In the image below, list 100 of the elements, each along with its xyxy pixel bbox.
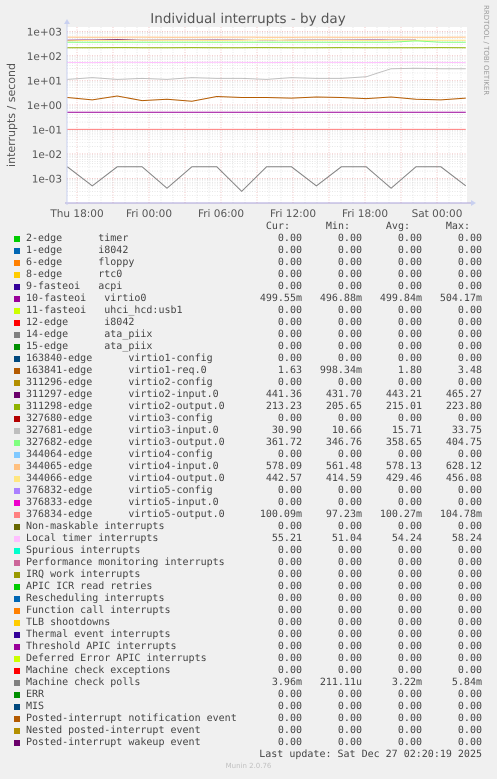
value-cell-text: 998.34m bbox=[318, 365, 362, 377]
value-cell-text: 0.00 bbox=[276, 233, 302, 245]
value-cell-text: 0.00 bbox=[396, 413, 422, 425]
value-cell-text: 0.00 bbox=[276, 605, 302, 617]
legend-label: Function call interrupts bbox=[26, 605, 172, 617]
value-cell-text: 0.00 bbox=[336, 713, 362, 725]
value-cell-text: 0.00 bbox=[276, 653, 302, 665]
value-cell-text: 0.00 bbox=[456, 353, 482, 365]
value-cell-text: 0.00 bbox=[336, 485, 362, 497]
value-cell-text: 0.00 bbox=[456, 605, 482, 617]
x-tick-label: Thu 18:00 bbox=[50, 208, 104, 220]
legend-label: 344064-edge virtio4-config bbox=[26, 449, 214, 461]
value-cell-text: 0.00 bbox=[396, 641, 422, 653]
column-header: Min: bbox=[324, 221, 351, 233]
value-cell-text: 465.27 bbox=[444, 389, 482, 401]
value-cell-text: 404.75 bbox=[444, 437, 482, 449]
value-cell-text: 0.00 bbox=[276, 485, 302, 497]
legend-label: Threshold APIC interrupts bbox=[26, 641, 178, 653]
value-cell-text: 578.09 bbox=[264, 461, 302, 473]
value-cell-text: 58.24 bbox=[450, 533, 482, 545]
chart-title: Individual interrupts - by day bbox=[150, 11, 346, 27]
value-cell-text: 0.00 bbox=[456, 329, 482, 341]
value-cell-text: 0.00 bbox=[276, 545, 302, 557]
value-cell-text: 0.00 bbox=[276, 641, 302, 653]
legend-label: 163840-edge virtio1-config bbox=[26, 353, 214, 365]
legend-label: APIC ICR read retries bbox=[26, 581, 154, 593]
y-tick-label: 1e+01 bbox=[26, 75, 62, 88]
value-cell-text: 0.00 bbox=[336, 569, 362, 581]
value-cell-text: 30.90 bbox=[270, 425, 302, 437]
value-cell-text: 0.00 bbox=[336, 653, 362, 665]
y-tick-label: 1e-03 bbox=[32, 173, 62, 186]
value-cell-text: 3.48 bbox=[456, 365, 482, 377]
value-cell-text: 0.00 bbox=[276, 569, 302, 581]
value-cell-text: 0.00 bbox=[276, 305, 302, 317]
value-cell-text: 0.00 bbox=[456, 725, 482, 737]
value-cell-text: 0.00 bbox=[276, 725, 302, 737]
value-cell-text: 0.00 bbox=[276, 689, 302, 701]
value-cell-text: 0.00 bbox=[396, 341, 422, 353]
value-cell-text: 0.00 bbox=[276, 593, 302, 605]
value-cell-text: 0.00 bbox=[336, 737, 362, 749]
value-cell-text: 0.00 bbox=[396, 305, 422, 317]
value-cell-text: 0.00 bbox=[396, 377, 422, 389]
y-tick-label: 1e-01 bbox=[32, 124, 62, 136]
value-cell-text: 0.00 bbox=[336, 497, 362, 509]
legend-label: 12-edge i8042 bbox=[26, 317, 136, 329]
legend-label: Local timer interrupts bbox=[26, 533, 160, 545]
value-cell-text: 0.00 bbox=[276, 497, 302, 509]
legend-label: 14-edge ata_piix bbox=[26, 329, 154, 341]
value-cell-text: 55.21 bbox=[270, 533, 302, 545]
value-cell-text: 1.80 bbox=[396, 365, 422, 377]
legend-label: 376834-edge virtio5-output.0 bbox=[26, 509, 226, 521]
value-cell-text: 0.00 bbox=[336, 581, 362, 593]
value-cell-text: 0.00 bbox=[336, 725, 362, 737]
value-cell-text: 0.00 bbox=[396, 521, 422, 533]
value-cell-text: 10.66 bbox=[330, 425, 362, 437]
value-cell-text: 346.76 bbox=[324, 437, 362, 449]
value-cell-text: 0.00 bbox=[336, 617, 362, 629]
value-cell-text: 0.00 bbox=[396, 245, 422, 257]
value-cell-text: 0.00 bbox=[456, 413, 482, 425]
value-cell-text: 0.00 bbox=[396, 701, 422, 713]
value-cell-text: 0.00 bbox=[336, 341, 362, 353]
value-cell-text: 358.65 bbox=[384, 437, 422, 449]
value-cell-text: 205.65 bbox=[324, 401, 362, 413]
value-cell-text: 0.00 bbox=[276, 449, 302, 461]
value-cell-text: 0.00 bbox=[276, 413, 302, 425]
y-tick-label: 1e+00 bbox=[26, 100, 62, 112]
value-cell-text: 0.00 bbox=[456, 497, 482, 509]
legend-label: 344066-edge virtio4-output.0 bbox=[26, 473, 226, 485]
value-cell-text: 0.00 bbox=[456, 257, 482, 269]
value-cell-text: 441.36 bbox=[264, 389, 302, 401]
value-cell-text: 0.00 bbox=[276, 521, 302, 533]
value-cell-text: 443.21 bbox=[384, 389, 422, 401]
value-cell-text: 0.00 bbox=[276, 629, 302, 641]
value-cell-text: 578.13 bbox=[384, 461, 422, 473]
value-cell-text: 0.00 bbox=[396, 617, 422, 629]
value-cell-text: 0.00 bbox=[276, 281, 302, 293]
legend-label: 376833-edge virtio5-input.0 bbox=[26, 497, 220, 509]
value-cell-text: 0.00 bbox=[456, 449, 482, 461]
value-cell-text: 0.00 bbox=[396, 689, 422, 701]
value-cell-text: 0.00 bbox=[456, 569, 482, 581]
value-cell-text: 561.48 bbox=[324, 461, 362, 473]
legend-label: Nested posted-interrupt event bbox=[26, 725, 202, 737]
value-cell-text: 0.00 bbox=[336, 605, 362, 617]
value-cell-text: 54.24 bbox=[390, 533, 422, 545]
value-cell-text: 0.00 bbox=[456, 317, 482, 329]
legend-label: 6-edge floppy bbox=[26, 257, 136, 269]
legend-label: IRQ work interrupts bbox=[26, 569, 142, 581]
y-tick-label: 1e+03 bbox=[26, 26, 62, 38]
value-cell-text: 0.00 bbox=[456, 653, 482, 665]
value-cell-text: 0.00 bbox=[336, 377, 362, 389]
value-cell-text: 414.59 bbox=[324, 473, 362, 485]
value-cell-text: 0.00 bbox=[396, 317, 422, 329]
value-cell-text: 0.00 bbox=[336, 257, 362, 269]
value-cell-text: 0.00 bbox=[276, 665, 302, 677]
value-cell-text: 442.57 bbox=[264, 473, 302, 485]
value-cell-text: 0.00 bbox=[456, 737, 482, 749]
value-cell-text: 0.00 bbox=[396, 497, 422, 509]
value-cell-text: 0.00 bbox=[336, 413, 362, 425]
column-header: Avg: bbox=[384, 221, 411, 233]
value-cell-text: 0.00 bbox=[396, 629, 422, 641]
